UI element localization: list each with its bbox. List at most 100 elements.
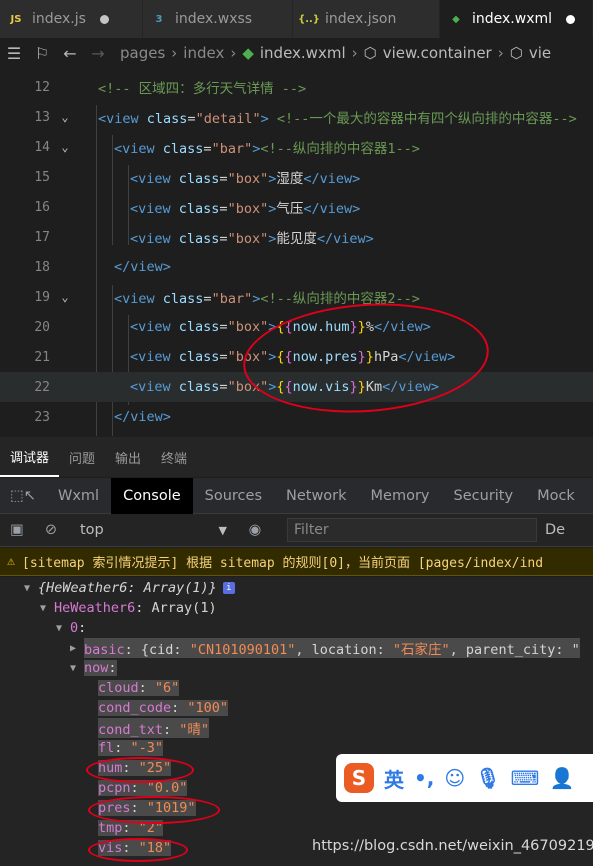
tree-leaf-tmp[interactable]: tmp: "2" <box>98 818 164 838</box>
expand-arrow-icon[interactable]: ▼ <box>40 603 54 614</box>
line-number: 16 <box>34 199 50 215</box>
tab-sources[interactable]: Sources <box>193 478 274 514</box>
tree-leaf-fl[interactable]: fl: "-3" <box>98 738 164 758</box>
code-line[interactable]: 23 </view> <box>0 402 593 432</box>
ime-language-toggle[interactable]: 英 <box>384 764 404 793</box>
code-text: <view class="detail"> <!--一个最大的容器中有四个纵向排… <box>80 107 577 127</box>
microphone-icon[interactable]: 🎙 <box>475 766 500 790</box>
code-line[interactable]: 20 <view class="box">{{now.hum}}%</view> <box>0 312 593 342</box>
code-token: </view> <box>114 409 171 425</box>
code-token: = <box>203 141 212 157</box>
collapse-arrow-icon[interactable]: ▶ <box>70 643 84 654</box>
tab-index-wxml[interactable]: ◆ index.wxml <box>440 0 593 38</box>
fold-chevron-icon[interactable]: ⌄ <box>50 140 80 154</box>
forward-arrow-icon[interactable]: → <box>84 44 112 63</box>
line-number: 13 <box>34 109 50 125</box>
code-token: { <box>284 379 293 395</box>
tree-leaf-vis[interactable]: vis: "18" <box>98 838 172 858</box>
tab-network[interactable]: Network <box>274 478 359 514</box>
tree-leaf-pres[interactable]: pres: "1019" <box>98 798 196 818</box>
fold-chevron-icon[interactable]: ⌄ <box>50 110 80 124</box>
ime-punctuation-toggle[interactable]: •, <box>414 766 434 790</box>
expand-arrow-icon[interactable]: ▼ <box>56 623 70 634</box>
tab-index-wxss[interactable]: 3 index.wxss <box>143 0 293 38</box>
code-line[interactable]: 15 <view class="box">湿度</view> <box>0 162 593 192</box>
keyboard-icon[interactable]: ⌨ <box>511 766 540 790</box>
property-value: Array(1) <box>151 600 217 616</box>
code-token: "bar" <box>211 291 253 307</box>
tree-node-index[interactable]: ▼ 0: <box>56 618 86 638</box>
code-line[interactable]: 16 <view class="box">气压</view> <box>0 192 593 222</box>
tab-problems[interactable]: 问题 <box>59 437 105 477</box>
string-value: "0.0" <box>146 780 188 796</box>
context-select[interactable]: top ▼ <box>68 522 233 538</box>
breadcrumb-item-file[interactable]: index.wxml <box>260 44 346 62</box>
tab-output[interactable]: 输出 <box>105 437 151 477</box>
string-value: "18" <box>138 840 172 856</box>
breadcrumb-item-index[interactable]: index <box>183 44 224 62</box>
tree-node-basic[interactable]: ▶ basic: {cid: "CN101090101", location: "… <box>70 638 580 658</box>
clear-console-icon[interactable]: ⊘ <box>34 522 68 538</box>
code-line[interactable]: 12 <!-- 区域四：多行天气详情 --> <box>0 72 593 102</box>
code-token: hPa <box>373 349 399 365</box>
code-line[interactable]: 17 <view class="box">能见度</view> <box>0 222 593 252</box>
expand-arrow-icon[interactable]: ▼ <box>24 583 38 594</box>
warning-text: [sitemap 索引情况提示] 根据 sitemap 的规则[0]，当前页面 … <box>22 556 544 571</box>
back-arrow-icon[interactable]: ← <box>56 44 84 63</box>
code-token: class <box>178 201 220 217</box>
code-line[interactable]: 18 </view> <box>0 252 593 282</box>
tab-index-json[interactable]: {..} index.json <box>293 0 440 38</box>
unsaved-dot-icon[interactable] <box>566 14 576 24</box>
inspect-element-icon[interactable]: ⬚↖ <box>0 488 46 504</box>
line-number: 18 <box>34 259 50 275</box>
code-line[interactable]: 21 <view class="box">{{now.pres}}hPa</vie… <box>0 342 593 372</box>
list-icon[interactable]: ☰ <box>0 44 28 63</box>
tab-mock[interactable]: Mock <box>525 478 587 514</box>
code-text: <view class="box">{{now.pres}}hPa</view> <box>80 349 455 365</box>
code-line[interactable]: 13 ⌄ <view class="detail"> <!--一个最大的容器中有四个… <box>0 102 593 132</box>
tab-console[interactable]: Console <box>111 477 193 514</box>
code-line[interactable]: 19 ⌄ <view class="bar"><!--纵向排的中容器2--> <box>0 282 593 312</box>
chevron-right-icon: › <box>351 44 358 62</box>
unsaved-dot-icon[interactable] <box>99 14 109 24</box>
editor-tab-bar: JS index.js 3 index.wxss {..} index.json ◆ inde… <box>0 0 593 38</box>
sogou-logo-icon[interactable]: S <box>344 763 374 793</box>
info-badge-icon[interactable]: i <box>222 582 235 594</box>
tree-leaf-hum[interactable]: hum: "25" <box>98 758 172 778</box>
chevron-right-icon: › <box>230 44 237 62</box>
tree-node-heweather6[interactable]: ▼ HeWeather6: Array(1) <box>40 598 217 618</box>
eye-icon[interactable]: ◉ <box>233 522 277 538</box>
filter-placeholder: Filter <box>294 522 329 538</box>
filter-input[interactable]: Filter <box>287 518 537 542</box>
emoji-icon[interactable]: ☺ <box>444 766 465 790</box>
code-line[interactable]: 22 <view class="box">{{now.vis}}Km</view> <box>0 372 593 402</box>
tab-index-js[interactable]: JS index.js <box>0 0 143 38</box>
default-levels-select[interactable]: De <box>545 522 565 538</box>
tab-terminal[interactable]: 终端 <box>151 437 197 477</box>
tab-debugger[interactable]: 调试器 <box>0 437 60 477</box>
tree-node-now[interactable]: ▼ now: <box>70 658 117 678</box>
code-token: { <box>284 349 293 365</box>
tree-leaf-pcpn[interactable]: pcpn: "0.0" <box>98 778 188 798</box>
property-key: basic <box>84 642 125 658</box>
code-editor[interactable]: 12 <!-- 区域四：多行天气详情 --> 13 ⌄ <view class="det… <box>0 70 593 436</box>
bookmark-icon[interactable]: ⚐ <box>28 44 56 63</box>
breadcrumb-item-view[interactable]: vie <box>529 44 551 62</box>
sidebar-toggle-icon[interactable]: ▣ <box>0 522 34 538</box>
breadcrumb-item-container[interactable]: view.container <box>383 44 492 62</box>
property-key: cloud <box>98 680 139 696</box>
code-line[interactable]: 14 ⌄ <view class="bar"><!--纵向排的中容器1--> <box>0 132 593 162</box>
tree-leaf-cond_code[interactable]: cond_code: "100" <box>98 698 229 718</box>
tree-root[interactable]: ▼ {HeWeather6: Array(1)} i <box>24 578 235 598</box>
breadcrumb-item-pages[interactable]: pages <box>120 44 165 62</box>
tree-leaf-cloud[interactable]: cloud: "6" <box>98 678 180 698</box>
expand-arrow-icon[interactable]: ▼ <box>70 663 84 674</box>
wxml-file-icon: ◆ <box>452 13 460 25</box>
fold-chevron-icon[interactable]: ⌄ <box>50 290 80 304</box>
tab-memory[interactable]: Memory <box>359 478 442 514</box>
tab-security[interactable]: Security <box>442 478 526 514</box>
code-token: 湿度 <box>276 171 304 187</box>
user-icon[interactable]: 👤 <box>550 766 575 790</box>
tree-leaf-cond_txt[interactable]: cond_txt: "晴" <box>98 718 210 738</box>
tab-wxml[interactable]: Wxml <box>46 478 111 514</box>
